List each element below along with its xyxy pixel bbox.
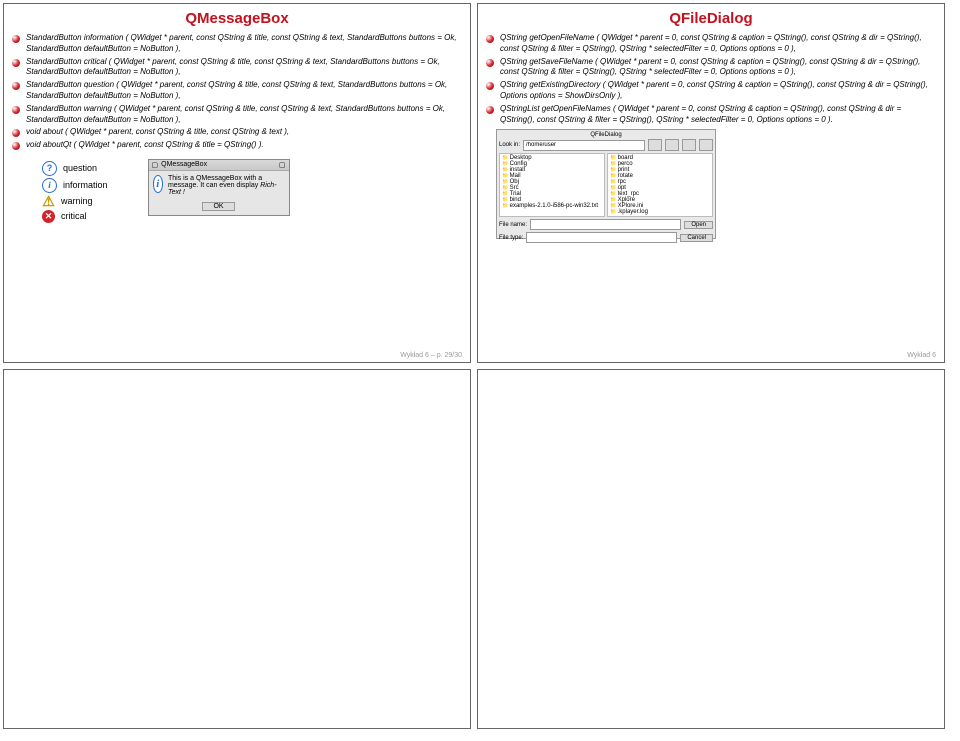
info-icon: i: [42, 178, 57, 193]
api-list-qfd: QString getOpenFileName ( QWidget * pare…: [486, 33, 936, 125]
api-item: QString getSaveFileName ( QWidget * pare…: [486, 57, 936, 79]
open-button[interactable]: Open: [684, 221, 713, 229]
file-list-col[interactable]: board perco print rotate rpc opt text_rp…: [607, 153, 713, 217]
filetype-input[interactable]: [526, 232, 677, 243]
list-item[interactable]: .kplayer.log: [610, 209, 710, 215]
filename-label: File name:: [499, 222, 527, 228]
api-item: StandardButton information ( QWidget * p…: [12, 33, 462, 55]
icon-label: information: [63, 180, 108, 190]
demo-text: This is a QMessageBox with a message. It…: [168, 175, 262, 189]
api-item: QString getExistingDirectory ( QWidget *…: [486, 80, 936, 102]
question-icon: ?: [42, 161, 57, 176]
api-list-qmb: StandardButton information ( QWidget * p…: [12, 33, 462, 151]
slide-empty: [3, 369, 471, 729]
ok-button[interactable]: OK: [202, 202, 234, 211]
info-icon: i: [153, 175, 163, 193]
window-icon: ▢: [152, 161, 159, 169]
newfolder-icon[interactable]: [665, 139, 679, 151]
slide-qfiledialog: QFileDialog QString getOpenFileName ( QW…: [477, 3, 945, 363]
view-detail-icon[interactable]: [699, 139, 713, 151]
lookin-label: Look in:: [499, 142, 520, 148]
slide-title: QMessageBox: [12, 10, 462, 27]
cancel-button[interactable]: Cancel: [680, 234, 713, 242]
fd-window-title: QFileDialog: [499, 132, 713, 138]
filedialog-screenshot: QFileDialog Look in: Desktop Config inst…: [496, 129, 716, 239]
demo-window-title: QMessageBox: [161, 161, 207, 168]
slide-footer: Wykład 6 – p. 29/30: [400, 352, 462, 359]
filename-input[interactable]: [530, 219, 681, 230]
api-item: StandardButton warning ( QWidget * paren…: [12, 104, 462, 126]
critical-icon: ✕: [42, 210, 55, 223]
api-item: StandardButton question ( QWidget * pare…: [12, 80, 462, 102]
path-input[interactable]: [523, 140, 645, 151]
slide-footer: Wykład 6: [907, 352, 936, 359]
api-item: QStringList getOpenFileNames ( QWidget *…: [486, 104, 936, 126]
warning-icon: ⚠: [42, 195, 55, 208]
icon-label: warning: [61, 196, 93, 206]
api-item: StandardButton critical ( QWidget * pare…: [12, 57, 462, 79]
icon-label: question: [63, 163, 97, 173]
api-item: void aboutQt ( QWidget * parent, const Q…: [12, 140, 462, 151]
file-list-col[interactable]: Desktop Config install Mail Obj Src Tria…: [499, 153, 605, 217]
up-icon[interactable]: [648, 139, 662, 151]
filetype-label: File type:: [499, 235, 523, 241]
spacer: ▢: [279, 161, 286, 169]
messagebox-screenshot: ▢ QMessageBox ▢ i This is a QMessageBox …: [148, 159, 290, 216]
slide-empty: [477, 369, 945, 729]
list-item[interactable]: examples-2.1.0-i586-pc-win32.txt: [502, 203, 602, 209]
api-item: QString getOpenFileName ( QWidget * pare…: [486, 33, 936, 55]
view-list-icon[interactable]: [682, 139, 696, 151]
slide-title: QFileDialog: [486, 10, 936, 27]
icon-label: critical: [61, 211, 87, 221]
icon-table: ? question i information ⚠ warning ✕ critica…: [42, 159, 108, 225]
api-item: void about ( QWidget * parent, const QSt…: [12, 127, 462, 138]
slide-qmessagebox: QMessageBox StandardButton information (…: [3, 3, 471, 363]
